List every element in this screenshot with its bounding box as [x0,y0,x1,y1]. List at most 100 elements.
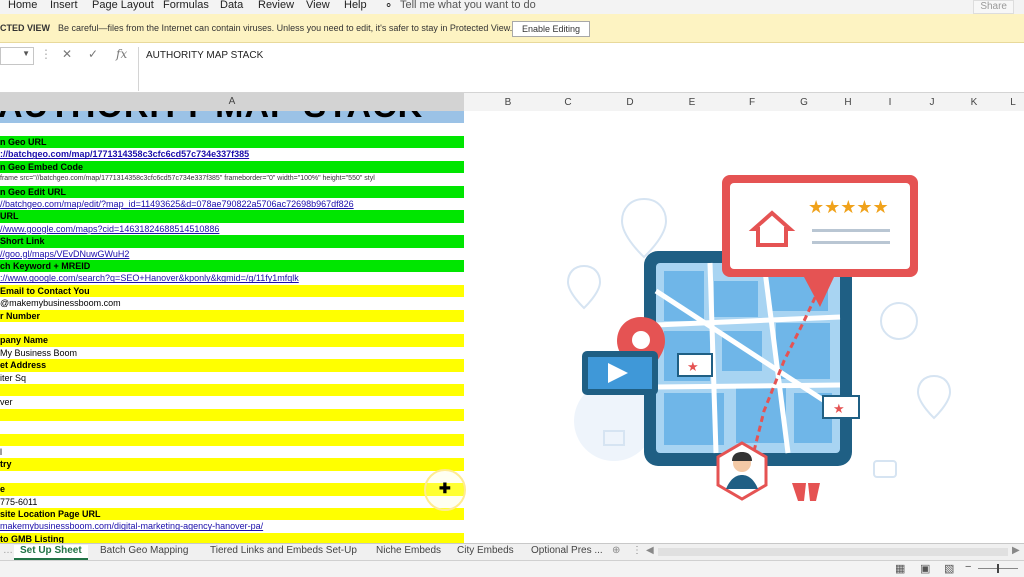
sheet-row[interactable]: et Address [0,359,464,372]
sheet-row[interactable]: 775-6011 [0,496,464,508]
sheet-row[interactable]: n Geo Edit URL [0,185,464,198]
scroll-left-icon[interactable]: ◀ [646,545,654,556]
share-button[interactable]: Share [973,0,1014,14]
column-header-c[interactable]: C [550,97,586,108]
cell-text: r Number [0,310,41,321]
cell-text: l [0,447,2,457]
sheet-row[interactable]: ://www.google.com/search?q=SEO+Hanover&k… [0,272,464,284]
tab-set-up-sheet[interactable]: Set Up Sheet [14,545,88,560]
formula-bar: ▼ ⋮ ✕ ✓ fx AUTHORITY MAP STACK [0,43,1024,93]
cell-text: Email to Contact You [0,285,90,296]
enable-editing-button[interactable]: Enable Editing [512,21,590,37]
sheet-row[interactable]: ch Keyword + MREID [0,260,464,273]
column-header-d[interactable]: D [612,97,648,108]
menu-review[interactable]: Review [258,0,294,11]
tab-batch-geo-mapping[interactable]: Batch Geo Mapping [100,545,188,556]
column-header-a[interactable]: A [0,93,464,111]
sheet-row[interactable]: Short Link [0,235,464,248]
formula-input[interactable]: AUTHORITY MAP STACK [146,50,263,61]
status-bar: ▦ ▣ ▧ − [0,560,1024,577]
column-header-b[interactable]: B [490,97,526,108]
chevron-down-icon[interactable]: ▼ [22,49,30,58]
menu-insert[interactable]: Insert [50,0,78,11]
menu-data[interactable]: Data [220,0,243,11]
column-header-k[interactable]: K [956,97,992,108]
cursor-highlight: ✚ [424,469,466,511]
sheet-row[interactable]: URL [0,210,464,223]
sheet-row[interactable]: r Number [0,309,464,322]
cell-text: My Business Boom [0,347,78,358]
sheet-row[interactable]: l [0,446,464,458]
sheet-row[interactable] [0,471,464,483]
sheet-row[interactable]: //www.google.com/maps?cid=14631824688514… [0,223,464,235]
menu-help[interactable]: Help [344,0,367,11]
column-header-e[interactable]: E [674,97,710,108]
cell-text: site Location Page URL [0,509,101,519]
column-header-h[interactable]: H [830,97,866,108]
add-sheet-icon[interactable]: ⊕ [612,545,620,556]
ribbon-menu-bar: Home Insert Page Layout Formulas Data Re… [0,0,1024,14]
menu-formulas[interactable]: Formulas [163,0,209,11]
name-box[interactable]: ▼ [0,47,34,65]
column-header-j[interactable]: J [914,97,950,108]
zoom-out-icon[interactable]: − [965,561,971,573]
sheet-row[interactable] [0,384,464,397]
cell-text: n Geo URL [0,137,47,147]
sheet-row[interactable]: frame src="//batchgeo.com/map/1771314358… [0,173,464,185]
cell-text: pany Name [0,335,49,346]
tab-scroll-left-icon[interactable]: … [3,545,13,556]
sheet-row[interactable]: //goo.gl/maps/VEvDNuwGWuH2 [0,248,464,260]
sheet-row[interactable]: e [0,483,464,496]
column-headers: A B C D E F G H I J K L [0,93,1024,112]
scroll-right-icon[interactable]: ▶ [1012,545,1020,556]
tab-tiered-links[interactable]: Tiered Links and Embeds Set-Up [210,545,357,556]
sheet-row[interactable]: iter Sq [0,372,464,384]
insert-function-icon[interactable]: fx [116,47,127,61]
sheet-row[interactable]: Email to Contact You [0,284,464,298]
menu-view[interactable]: View [306,0,330,11]
sheet-row[interactable]: n Geo URL [0,136,464,149]
cell-text: Short Link [0,236,45,247]
share-label: Share [980,1,1007,12]
sheet-row[interactable]: //batchgeo.com/map/edit/?map_id=11493625… [0,198,464,210]
sheet-row[interactable] [0,408,464,422]
sheet-row[interactable] [0,421,464,433]
more-options-icon[interactable]: ⋮ [632,545,642,556]
column-header-f[interactable]: F [734,97,770,108]
sheet-row[interactable]: @makemybusinessboom.com [0,297,464,309]
column-header-l[interactable]: L [998,97,1024,108]
page-break-icon[interactable]: ▧ [944,562,954,575]
camera-icon [873,460,897,478]
sheet-row[interactable] [0,322,464,334]
normal-view-icon[interactable]: ▦ [895,562,905,575]
tab-city-embeds[interactable]: City Embeds [457,545,514,556]
sheet-row[interactable]: pany Name [0,334,464,347]
sheet-row[interactable]: makemybusinessboom.com/digital-marketing… [0,520,464,532]
zoom-slider-thumb[interactable] [997,564,999,573]
sheet-row[interactable]: ://batchgeo.com/map/1771314358c3cfc6cd57… [0,148,464,160]
menu-page-layout[interactable]: Page Layout [92,0,154,11]
pin-outline-icon [620,197,668,259]
sheet-row[interactable] [0,433,464,446]
tab-optional-pres[interactable]: Optional Pres ... [531,545,603,556]
sheet-row[interactable]: ver [0,396,464,408]
horizontal-scrollbar[interactable] [658,548,1008,556]
page-layout-icon[interactable]: ▣ [920,562,930,575]
sheet-row[interactable]: n Geo Embed Code [0,160,464,174]
pin-center [632,331,650,349]
cell-text: //www.google.com/maps?cid=14631824688514… [0,223,220,234]
spreadsheet-grid[interactable]: AUTHORITY MAP STACK n Geo URL://batchgeo… [0,111,464,544]
check-icon[interactable]: ✓ [88,47,98,61]
tab-niche-embeds[interactable]: Niche Embeds [376,545,441,556]
title-banner-cell[interactable]: AUTHORITY MAP STACK [0,111,464,123]
sheet-row[interactable]: My Business Boom [0,347,464,359]
sheet-row[interactable]: site Location Page URL [0,508,464,521]
banner-title: AUTHORITY MAP STACK [0,111,423,123]
cell-text: //goo.gl/maps/VEvDNuwGWuH2 [0,248,130,259]
column-header-i[interactable]: I [872,97,908,108]
menu-home[interactable]: Home [8,0,37,11]
column-header-g[interactable]: G [786,97,822,108]
sheet-row[interactable]: try [0,458,464,471]
cancel-icon[interactable]: ✕ [62,47,72,61]
tell-me-search[interactable]: Tell me what you want to do [400,0,536,11]
